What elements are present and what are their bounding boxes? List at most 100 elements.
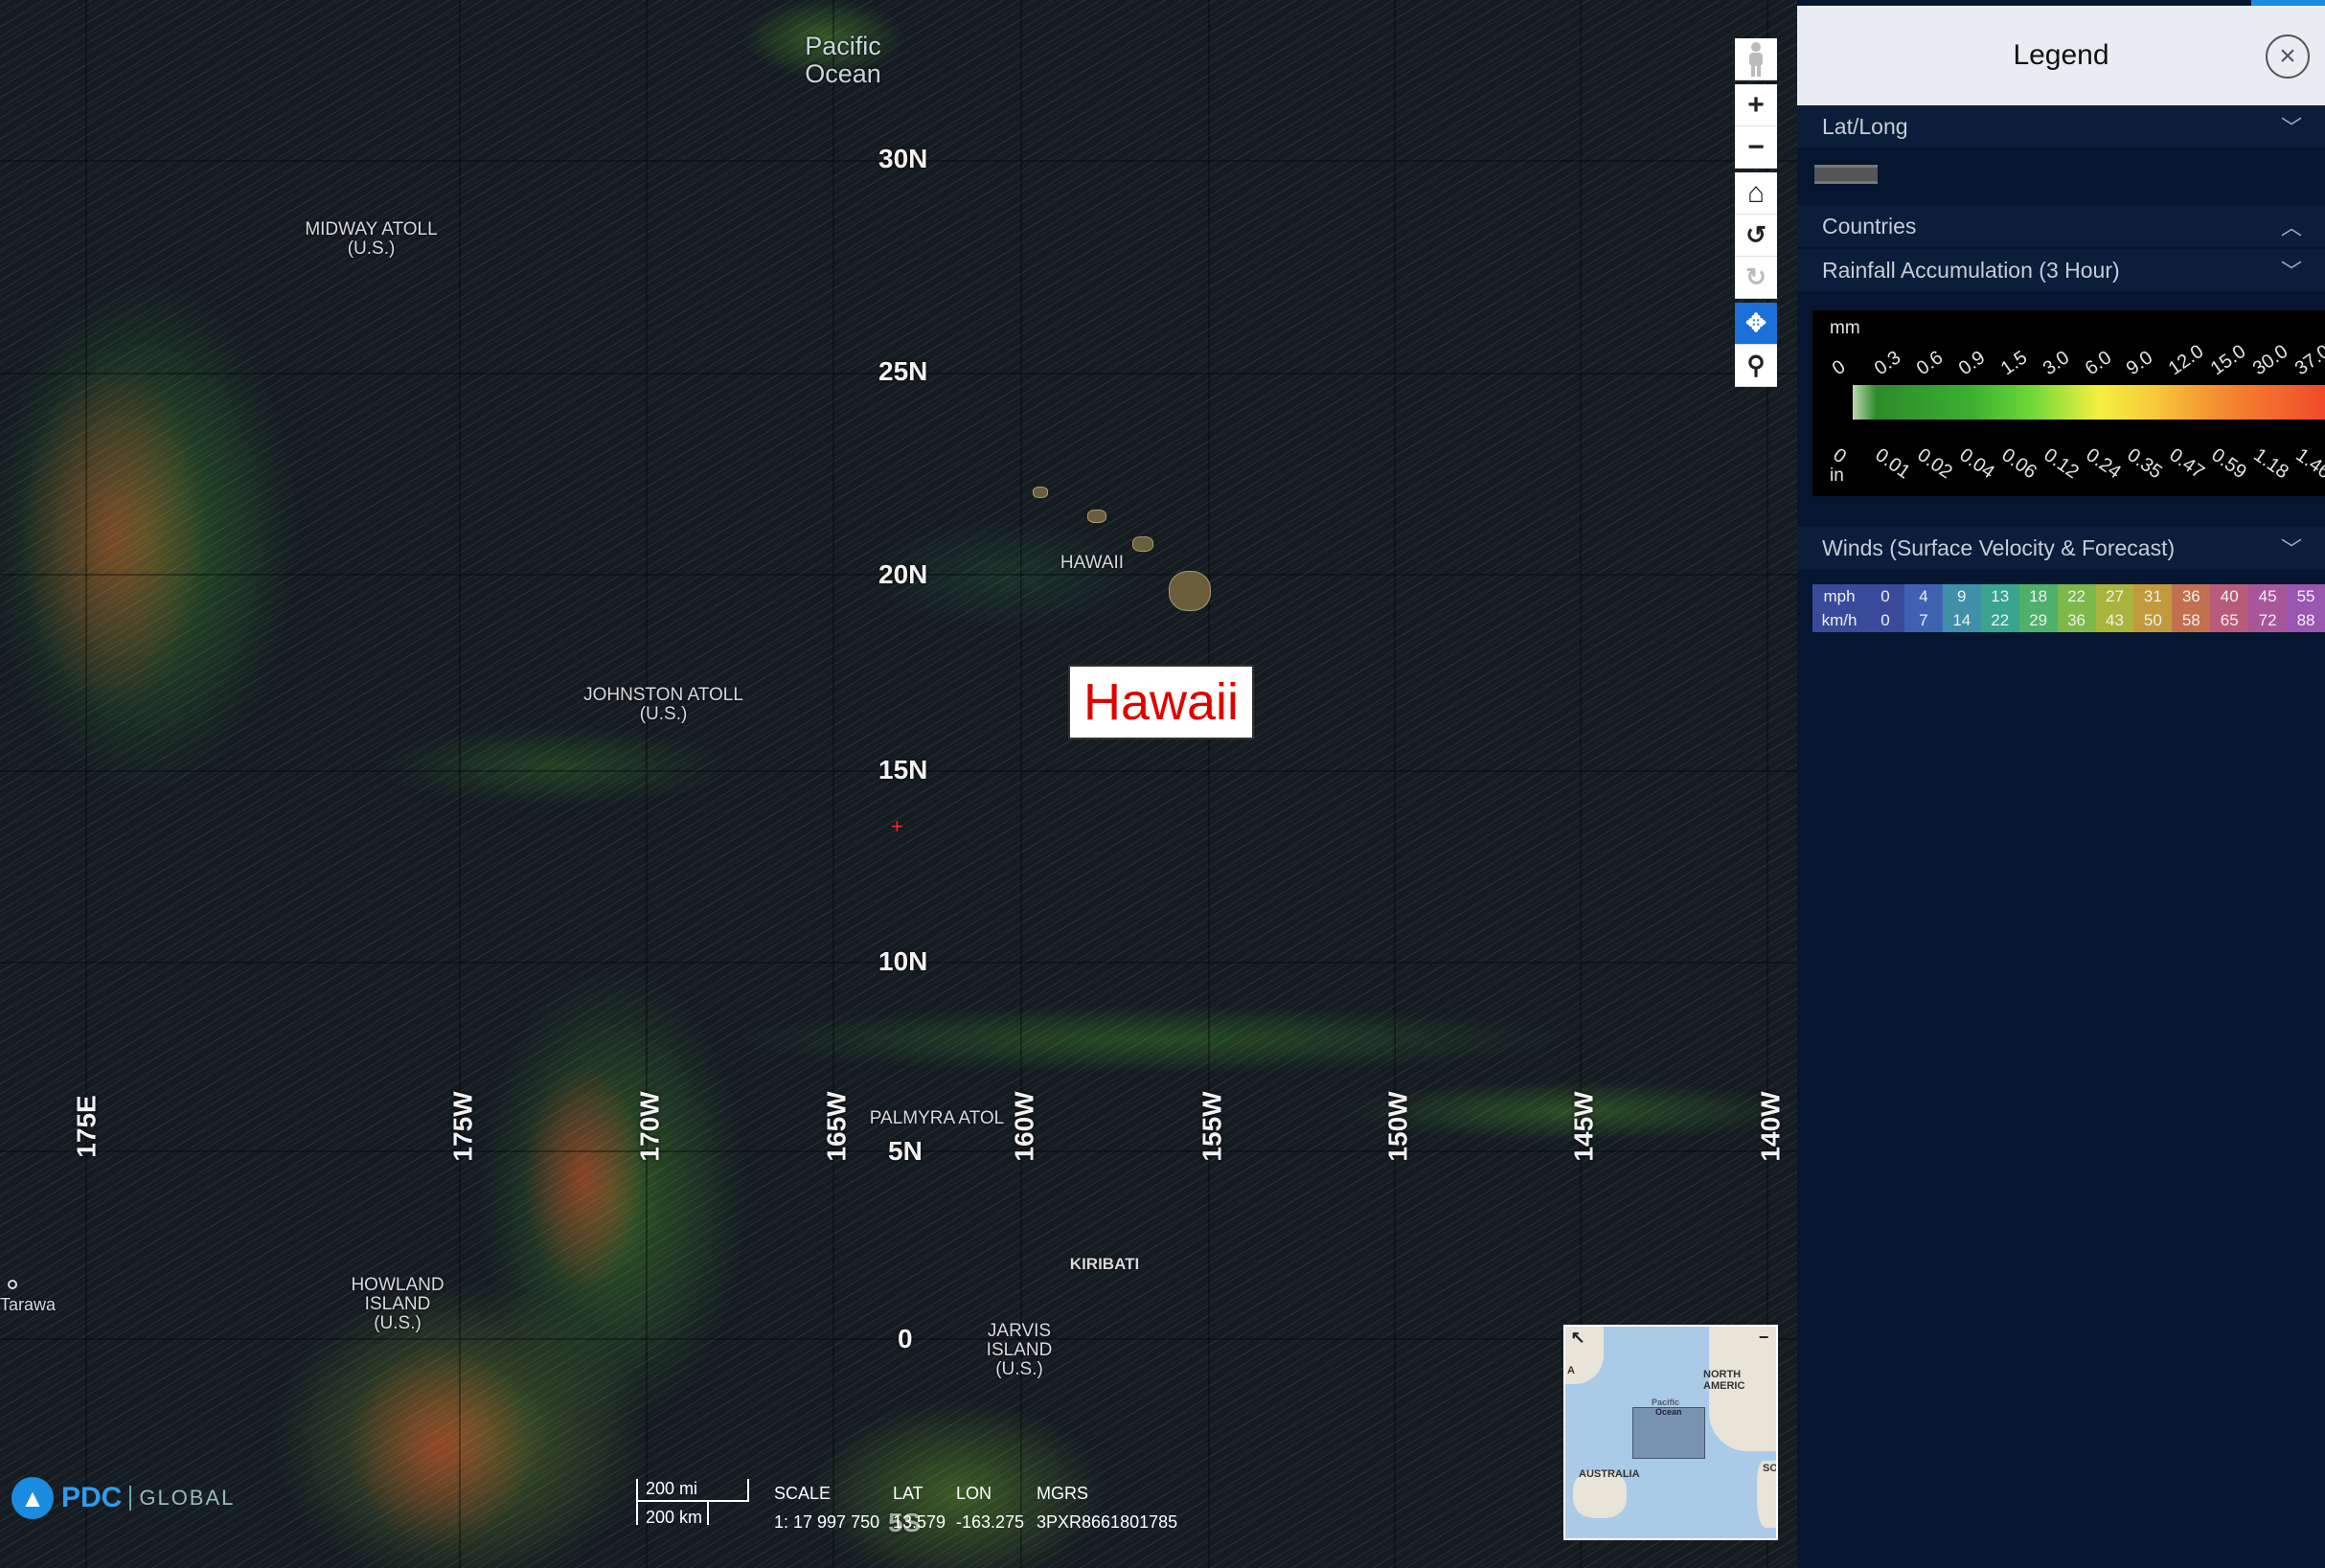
lat-label-15n: 15N [878, 755, 928, 784]
zoom-box-button[interactable]: ⚲ [1735, 345, 1777, 387]
hawaii-callout[interactable]: Hawaii [1068, 665, 1254, 739]
rainfall-mm-tick: 0.6 [1912, 347, 1948, 380]
wind-mph-value: 36 [2172, 584, 2211, 608]
rainfall-unit-in: in [1830, 466, 1844, 486]
plus-icon: + [1747, 88, 1765, 121]
rainfall-mm-tick: 12.0 [2165, 340, 2208, 380]
home-icon: ⌂ [1746, 176, 1766, 209]
scale-tick-left [636, 1479, 638, 1525]
zoom-in-button[interactable]: + [1735, 84, 1777, 126]
rainfall-in-tick: 0.59 [2207, 444, 2251, 484]
legend-section-rainfall[interactable]: Rainfall Accumulation (3 Hour) ﹀ [1797, 249, 2325, 291]
lat-label-0: 0 [898, 1324, 913, 1353]
wind-kmh-value: 88 [2287, 608, 2325, 632]
wind-mph-value: 18 [2018, 584, 2058, 608]
rainfall-unit-mm: mm [1830, 318, 1860, 338]
wind-mph-value: 40 [2210, 584, 2249, 608]
legend-section-countries[interactable]: Countries ︿ [1797, 205, 2325, 247]
magnifier-icon: ⚲ [1746, 351, 1766, 379]
rainfall-color-scale: mm 0 0.3 0.6 0.9 1.5 3.0 6.0 9.0 12.0 15.0 30.0 37.… [1812, 310, 2325, 496]
legend-section-latlong-label: Lat/Long [1822, 113, 1908, 139]
minimap-label-ocean: Ocean [1655, 1407, 1682, 1417]
wind-kmh-value: 29 [2018, 608, 2058, 632]
wind-mph-value: 55 [2287, 584, 2325, 608]
redo-button[interactable]: ↻ [1735, 257, 1777, 299]
tarawa-dot [8, 1280, 17, 1289]
wind-mph-value: 31 [2133, 584, 2173, 608]
wind-mph-value: 9 [1942, 584, 1981, 608]
rainfall-in-tick: 0.35 [2123, 444, 2167, 484]
rainfall-gradient-bar [1853, 385, 2325, 420]
rainfall-in-tick: 1.18 [2249, 444, 2293, 484]
scale-km-label: 200 km [646, 1508, 703, 1527]
scale-tick-mi [747, 1479, 749, 1502]
legend-section-countries-label: Countries [1822, 213, 1917, 239]
app: Pacific Ocean MIDWAY ATOLL (U.S.) JOHNSTON… [0, 0, 2325, 1568]
legend-title: Legend [2013, 39, 2109, 71]
place-johnston: JOHNSTON ATOLL (U.S.) [583, 685, 743, 724]
rainfall-mm-tick: 0.3 [1870, 347, 1905, 380]
lon-label-175w: 175W [447, 1091, 478, 1162]
place-tarawa: Tarawa [0, 1280, 77, 1314]
wind-kmh-value: 43 [2095, 608, 2134, 632]
lon-label-140w: 140W [1755, 1091, 1786, 1162]
rainfall-in-tick: 0.24 [2081, 444, 2125, 484]
wind-speed-scale: mph 0 4 9 13 18 22 27 31 36 40 45 55 km/h 0 7 14 22 29 36 43… [1812, 584, 2325, 632]
wind-mph-value: 27 [2095, 584, 2134, 608]
legend-panel: Legend × Lat/Long ﹀ Countries ︿ Rainfall… [1797, 0, 2325, 1568]
wind-kmh-value: 72 [2248, 608, 2288, 632]
chevron-down-icon: ﹀ [2280, 537, 2302, 561]
coord-header-lon: LON [956, 1483, 992, 1503]
minimap-label-a: A [1567, 1365, 1575, 1376]
undo-button[interactable]: ↺ [1735, 215, 1777, 257]
scale-bar: 200 mi 200 km [636, 1479, 751, 1527]
overview-minimap[interactable]: NORTH AMERIC AUSTRALIA SO A Pacific Ocea… [1563, 1325, 1778, 1540]
rainfall-in-tick: 0.01 [1871, 444, 1914, 484]
lat-label-20n: 20N [878, 559, 928, 589]
wind-kmh-value: 50 [2133, 608, 2173, 632]
lon-label-170w: 170W [634, 1091, 665, 1162]
wind-mph-value: 22 [2057, 584, 2096, 608]
pdc-logo: ▲ PDC GLOBAL [11, 1477, 235, 1519]
rainfall-in-tick: 1.46 [2291, 444, 2325, 484]
pan-button[interactable]: ✥ [1735, 303, 1777, 345]
wind-kmh-value: 58 [2172, 608, 2211, 632]
home-button[interactable]: ⌂ [1735, 172, 1777, 215]
wind-kmh-label: km/h [1812, 608, 1866, 632]
minimap-label-pacific: Pacific [1652, 1398, 1680, 1407]
place-palmyra: PALMYRA ATOL [869, 1108, 1005, 1128]
wind-mph-label: mph [1812, 584, 1866, 608]
wind-mph-value: 13 [1980, 584, 2019, 608]
minimap-collapse-icon[interactable]: − [1753, 1329, 1774, 1348]
legend-section-latlong[interactable]: Lat/Long ﹀ [1797, 105, 2325, 148]
place-hawaii: HAWAII [1060, 553, 1125, 573]
place-jarvis: JARVIS ISLAND (U.S.) [986, 1321, 1053, 1379]
legend-section-winds[interactable]: Winds (Surface Velocity & Forecast) ﹀ [1797, 527, 2325, 569]
wind-kmh-value: 36 [2057, 608, 2096, 632]
close-legend-button[interactable]: × [2266, 34, 2310, 79]
redo-icon: ↻ [1745, 262, 1767, 291]
street-view-button[interactable] [1735, 38, 1777, 80]
map-canvas[interactable]: Pacific Ocean MIDWAY ATOLL (U.S.) JOHNSTON… [0, 0, 1797, 1568]
undo-icon: ↺ [1745, 220, 1767, 249]
logo-brand: PDC [61, 1482, 123, 1513]
minimap-label-australia: AUSTRALIA [1579, 1468, 1640, 1480]
minus-icon: − [1747, 130, 1765, 163]
rainfall-mm-tick: 15.0 [2207, 340, 2250, 380]
zoom-out-button[interactable]: − [1735, 126, 1777, 169]
legend-section-rainfall-label: Rainfall Accumulation (3 Hour) [1822, 257, 2120, 283]
minimap-label-north-america: NORTH AMERIC [1703, 1369, 1745, 1392]
minimap-expand-icon[interactable]: ↖ [1567, 1329, 1588, 1348]
rainfall-mm-tick: 1.5 [1996, 347, 2031, 380]
rainfall-mm-tick: 3.0 [2039, 347, 2073, 380]
place-howland: HOWLAND ISLAND (U.S.) [351, 1275, 444, 1333]
lon-label-150w: 150W [1382, 1091, 1413, 1162]
island-oahu [1087, 510, 1106, 523]
scale-line [636, 1500, 749, 1502]
wind-mph-value: 0 [1866, 584, 1904, 608]
island-kauai [1033, 487, 1048, 498]
ocean-label: Pacific Ocean [805, 32, 881, 88]
lat-label-10n: 10N [878, 946, 928, 976]
rainfall-in-tick: 0.04 [1955, 444, 1998, 484]
wind-kmh-value: 14 [1942, 608, 1981, 632]
